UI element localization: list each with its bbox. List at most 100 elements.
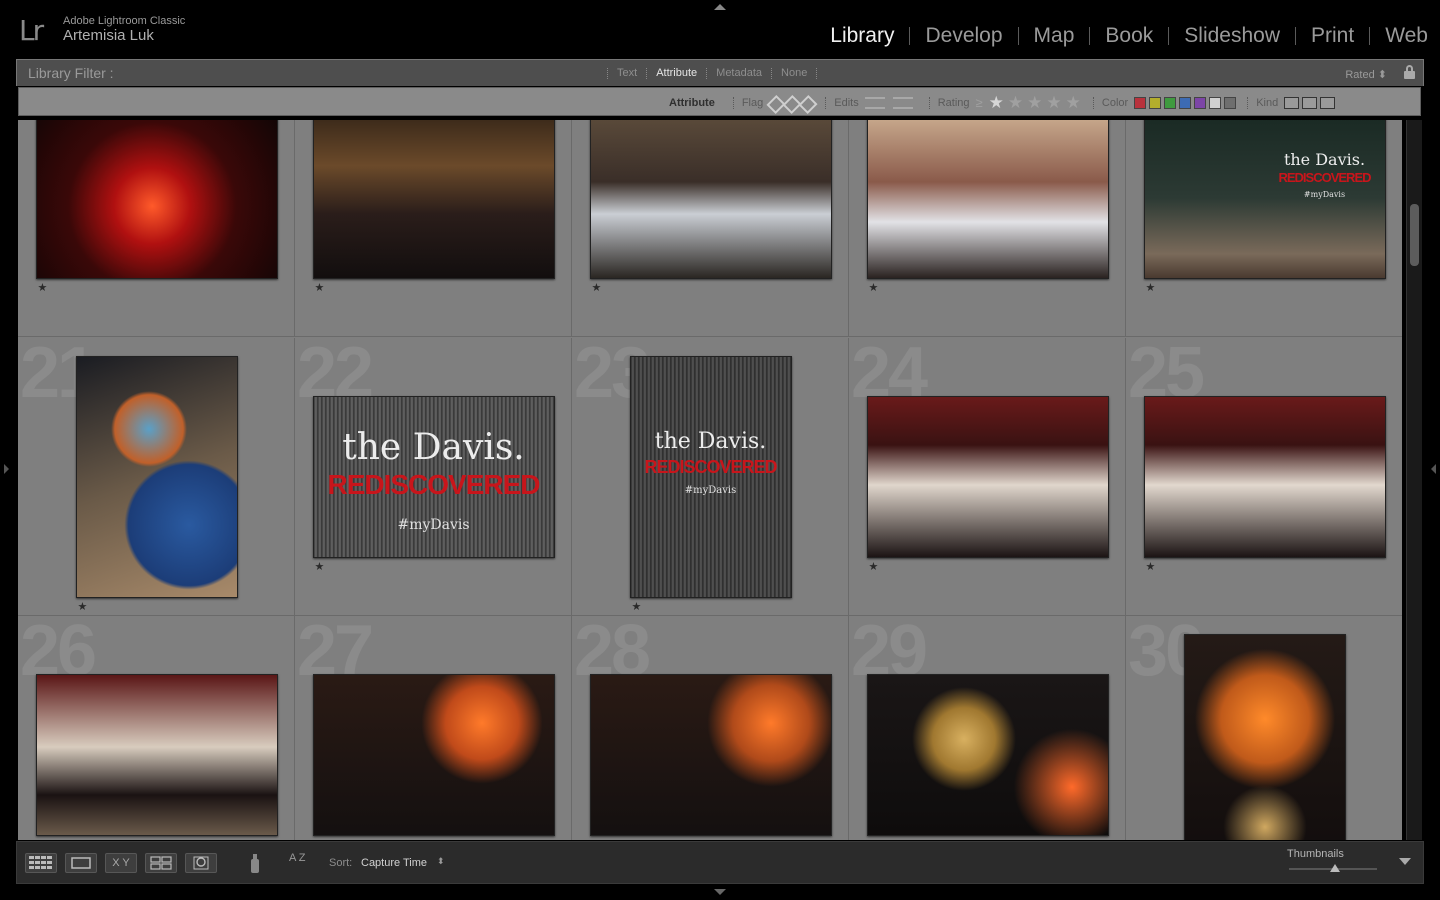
photo-thumbnail[interactable] xyxy=(75,356,238,598)
color-swatch-4[interactable] xyxy=(1179,96,1192,109)
sort-order-icon[interactable]: A Z xyxy=(289,852,323,874)
grid-cell[interactable]: 23 the Davis. REDISCOVERED #myDavis ★ xyxy=(572,338,849,616)
kind-master-icon[interactable] xyxy=(1284,96,1300,109)
grid-cell[interactable]: 30 xyxy=(1126,616,1402,840)
rating-star-5[interactable]: ★ xyxy=(1066,94,1081,111)
photo-thumbnail[interactable]: the Davis. REDISCOVERED #myDavis xyxy=(1143,120,1386,279)
kind-video-icon[interactable] xyxy=(1320,96,1336,109)
module-picker: Library Develop Map Book Slideshow Print… xyxy=(815,24,1428,48)
star-rating-icon[interactable]: ★ xyxy=(869,281,879,294)
filter-preset-value: Rated xyxy=(1345,69,1375,81)
compare-view-icon[interactable]: X Y xyxy=(105,853,137,873)
star-rating-icon[interactable]: ★ xyxy=(632,600,642,613)
grid-cell[interactable]: 29 xyxy=(849,616,1126,840)
photo-thumbnail[interactable] xyxy=(589,120,832,279)
module-print[interactable]: Print xyxy=(1296,24,1369,48)
filter-preset-dropdown[interactable]: Rated ⬍ xyxy=(1345,68,1387,81)
grid-cell[interactable]: 25 ★ xyxy=(1126,338,1402,616)
color-swatch-6[interactable] xyxy=(1209,96,1222,109)
grid-cell[interactable]: ★ xyxy=(18,120,295,337)
attribute-filter-bar: Attribute Flag Edits Rating ≥ ★ ★ ★ ★ ★ … xyxy=(18,87,1421,116)
loupe-view-icon[interactable] xyxy=(65,853,97,873)
rating-star-2[interactable]: ★ xyxy=(1008,94,1023,111)
grid-cell[interactable]: ★ xyxy=(295,120,572,337)
scrollbar-thumb[interactable] xyxy=(1410,204,1419,266)
lightroom-logo: Lr xyxy=(19,14,44,47)
star-rating-icon[interactable]: ★ xyxy=(315,560,325,573)
filter-tab-text[interactable]: Text xyxy=(608,67,646,79)
module-develop[interactable]: Develop xyxy=(910,24,1017,48)
top-panel-toggle-icon[interactable] xyxy=(714,4,726,10)
photo-thumbnail[interactable] xyxy=(35,120,278,279)
star-rating-icon[interactable]: ★ xyxy=(592,281,602,294)
rating-star-3[interactable]: ★ xyxy=(1027,94,1042,111)
photo-thumbnail[interactable] xyxy=(589,674,832,836)
star-rating-icon[interactable]: ★ xyxy=(1146,560,1156,573)
color-swatch-5[interactable] xyxy=(1194,96,1207,109)
separator xyxy=(928,96,930,109)
kind-virtual-copy-icon[interactable] xyxy=(1302,96,1318,109)
filmstrip-toggle-icon[interactable] xyxy=(714,889,726,895)
unedited-icon[interactable] xyxy=(892,96,913,109)
module-map[interactable]: Map xyxy=(1019,24,1090,48)
flag-pick-icon[interactable] xyxy=(769,96,781,110)
photo-thumbnail[interactable] xyxy=(1183,634,1346,840)
flag-unflagged-icon[interactable] xyxy=(785,96,797,110)
grid-cell[interactable]: 22 the Davis. REDISCOVERED #myDavis ★ xyxy=(295,338,572,616)
photo-thumbnail[interactable]: the Davis. REDISCOVERED #myDavis xyxy=(629,356,792,598)
grid-cell[interactable]: 21 ★ xyxy=(18,338,295,616)
grid-cell[interactable]: the Davis. REDISCOVERED #myDavis ★ xyxy=(1126,120,1402,337)
sort-dropdown[interactable]: Capture Time xyxy=(361,857,427,869)
color-swatch-7[interactable] xyxy=(1224,96,1237,109)
sort-dropdown-arrows-icon[interactable]: ⬍ xyxy=(437,856,445,867)
thumbnail-size-slider-knob[interactable] xyxy=(1329,864,1340,872)
color-swatch-1[interactable] xyxy=(1134,96,1147,109)
grid-cell[interactable]: ★ xyxy=(572,120,849,337)
color-swatch-2[interactable] xyxy=(1149,96,1162,109)
sign-title-text: the Davis. xyxy=(654,429,767,454)
grid-scrollbar[interactable] xyxy=(1406,120,1422,840)
edited-icon[interactable] xyxy=(864,96,885,109)
rating-operator[interactable]: ≥ xyxy=(976,95,983,110)
left-panel-toggle-icon[interactable] xyxy=(4,464,9,474)
module-web[interactable]: Web xyxy=(1370,24,1428,48)
toolbar-menu-icon[interactable] xyxy=(1399,858,1411,865)
photo-thumbnail[interactable]: the Davis. REDISCOVERED #myDavis xyxy=(312,396,555,558)
photo-thumbnail[interactable] xyxy=(866,674,1109,836)
grid-cell[interactable]: 24 ★ xyxy=(849,338,1126,616)
photo-thumbnail[interactable] xyxy=(35,674,278,836)
filter-tab-metadata[interactable]: Metadata xyxy=(707,67,771,79)
survey-view-icon[interactable] xyxy=(145,853,177,873)
rating-star-1[interactable]: ★ xyxy=(989,94,1004,111)
painter-icon[interactable] xyxy=(247,851,263,875)
color-swatch-3[interactable] xyxy=(1164,96,1177,109)
photo-thumbnail[interactable] xyxy=(312,674,555,836)
star-rating-icon[interactable]: ★ xyxy=(38,281,48,294)
grid-cell[interactable]: ★ xyxy=(849,120,1126,337)
photo-thumbnail[interactable] xyxy=(312,120,555,279)
grid-cell[interactable]: 26 xyxy=(18,616,295,840)
grid-cell[interactable]: 27 xyxy=(295,616,572,840)
flag-rejected-icon[interactable] xyxy=(801,96,813,110)
filter-tab-attribute[interactable]: Attribute xyxy=(647,67,706,79)
photo-thumbnail[interactable] xyxy=(866,396,1109,558)
filter-tab-none[interactable]: None xyxy=(772,67,816,79)
star-rating-icon[interactable]: ★ xyxy=(78,600,88,613)
sign-hashtag-text: #myDavis xyxy=(1303,190,1346,199)
lock-icon[interactable] xyxy=(1404,65,1415,79)
rating-star-4[interactable]: ★ xyxy=(1046,94,1061,111)
star-rating-icon[interactable]: ★ xyxy=(869,560,879,573)
sign-hashtag-text: #myDavis xyxy=(684,485,737,496)
star-rating-icon[interactable]: ★ xyxy=(1146,281,1156,294)
grid-cell[interactable]: 28 xyxy=(572,616,849,840)
module-book[interactable]: Book xyxy=(1090,24,1168,48)
people-view-icon[interactable] xyxy=(185,853,217,873)
grid-view-icon[interactable] xyxy=(25,853,57,873)
photo-thumbnail[interactable] xyxy=(1143,396,1386,558)
module-library[interactable]: Library xyxy=(815,24,909,48)
photo-thumbnail[interactable] xyxy=(866,120,1109,279)
right-panel-toggle-icon[interactable] xyxy=(1431,464,1436,474)
module-slideshow[interactable]: Slideshow xyxy=(1169,24,1295,48)
star-rating-icon[interactable]: ★ xyxy=(315,281,325,294)
photo-grid[interactable]: ★ ★ ★ ★ the Davis. REDISCOVERED #myDavis ★ 21 ★ 22… xyxy=(18,120,1402,840)
